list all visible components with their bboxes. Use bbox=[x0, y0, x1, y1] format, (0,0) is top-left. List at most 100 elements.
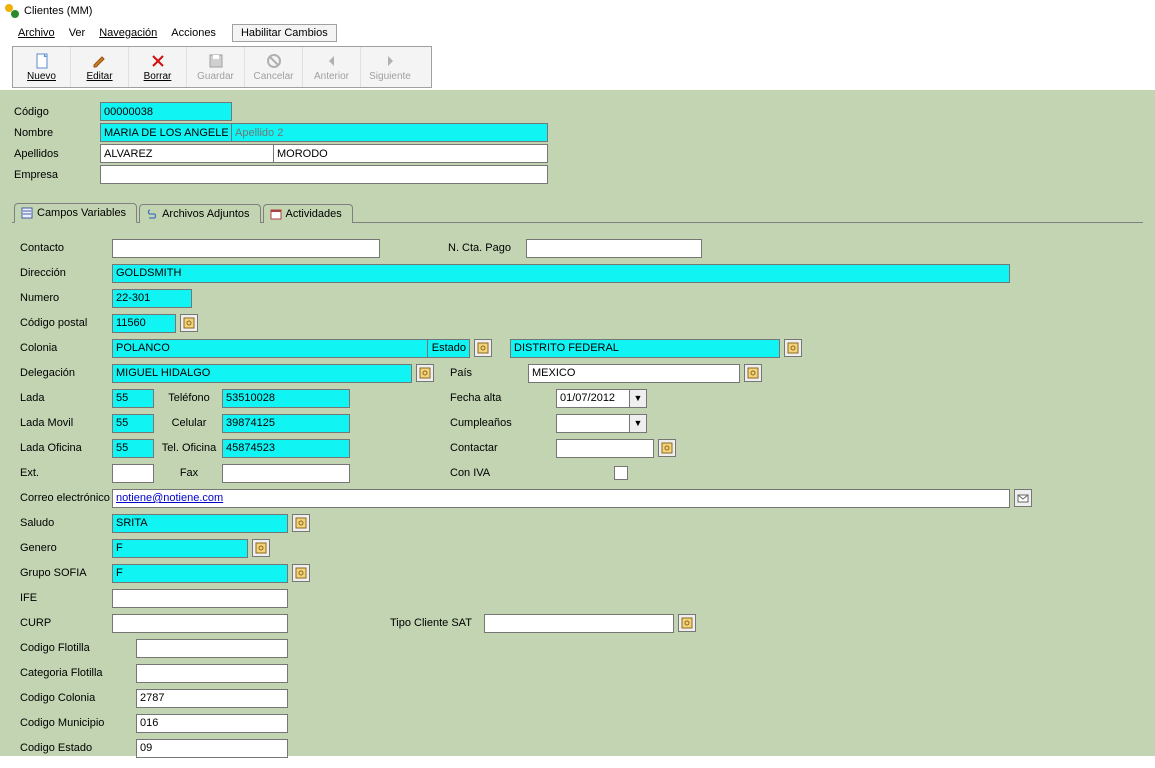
ncta-input[interactable] bbox=[526, 239, 702, 258]
habilitar-cambios-button[interactable]: Habilitar Cambios bbox=[232, 24, 337, 42]
tiposat-input[interactable] bbox=[484, 614, 674, 633]
ife-input[interactable] bbox=[112, 589, 288, 608]
fecha-alta-input[interactable] bbox=[556, 389, 630, 408]
correo-field[interactable]: notiene@notiene.com bbox=[112, 489, 1010, 508]
ext-input[interactable] bbox=[112, 464, 154, 483]
contactar-input[interactable] bbox=[556, 439, 654, 458]
numero-input[interactable] bbox=[112, 289, 192, 308]
nombre-input[interactable] bbox=[100, 123, 232, 142]
tab-actividades[interactable]: Actividades bbox=[263, 204, 353, 223]
pais-lookup-button[interactable] bbox=[744, 364, 762, 382]
delegacion-label: Delegación bbox=[18, 367, 112, 379]
correo-mail-button[interactable] bbox=[1014, 489, 1032, 507]
menu-bar: Archivo Ver Navegación Acciones Habilita… bbox=[0, 22, 1155, 44]
apellido1-input[interactable] bbox=[100, 144, 274, 163]
codest-label: Codigo Estado bbox=[18, 742, 136, 754]
ladaof-input[interactable] bbox=[112, 439, 154, 458]
ladaof-label: Lada Oficina bbox=[18, 442, 112, 454]
estado-lookup-button[interactable] bbox=[784, 339, 802, 357]
direccion-input[interactable] bbox=[112, 264, 1010, 283]
codflot-input[interactable] bbox=[136, 639, 288, 658]
tab-archivos-label: Archivos Adjuntos bbox=[162, 208, 249, 220]
tiposat-lookup-button[interactable] bbox=[678, 614, 696, 632]
nuevo-button[interactable]: Nuevo bbox=[13, 47, 71, 87]
codest-input[interactable] bbox=[136, 739, 288, 758]
lada-input[interactable] bbox=[112, 389, 154, 408]
menu-acciones[interactable]: Acciones bbox=[165, 25, 222, 41]
correo-link[interactable]: notiene@notiene.com bbox=[116, 492, 223, 504]
fecha-dropdown-button[interactable]: ▼ bbox=[630, 389, 647, 408]
saludo-input[interactable] bbox=[112, 514, 288, 533]
codigo-input[interactable] bbox=[100, 102, 232, 121]
content-panel: Código Nombre Apellidos Empresa Campos V… bbox=[0, 90, 1155, 756]
contacto-label: Contacto bbox=[18, 242, 112, 254]
cp-label: Código postal bbox=[18, 317, 112, 329]
saludo-label: Saludo bbox=[18, 517, 112, 529]
toolbar: Nuevo Editar Borrar Guardar Cancelar Ant… bbox=[12, 46, 432, 88]
telefono-input[interactable] bbox=[222, 389, 350, 408]
menu-ver[interactable]: Ver bbox=[63, 25, 92, 41]
colonia-label: Colonia bbox=[18, 342, 112, 354]
iva-checkbox[interactable] bbox=[614, 466, 628, 480]
apellidos-label: Apellidos bbox=[12, 148, 100, 160]
empresa-label: Empresa bbox=[12, 169, 100, 181]
cp-input[interactable] bbox=[112, 314, 176, 333]
delegacion-lookup-button[interactable] bbox=[416, 364, 434, 382]
curp-input[interactable] bbox=[112, 614, 288, 633]
contacto-input[interactable] bbox=[112, 239, 380, 258]
estado-input[interactable] bbox=[510, 339, 780, 358]
celular-input[interactable] bbox=[222, 414, 350, 433]
editar-button[interactable]: Editar bbox=[71, 47, 129, 87]
codigo-label: Código bbox=[12, 106, 100, 118]
curp-label: CURP bbox=[18, 617, 112, 629]
prev-icon bbox=[324, 53, 340, 69]
catflot-label: Categoria Flotilla bbox=[18, 667, 136, 679]
codmun-input[interactable] bbox=[136, 714, 288, 733]
cp-lookup-button[interactable] bbox=[180, 314, 198, 332]
ladamovil-label: Lada Movil bbox=[18, 417, 112, 429]
delete-icon bbox=[150, 53, 166, 69]
cumple-input[interactable] bbox=[556, 414, 630, 433]
codflot-label: Codigo Flotilla bbox=[18, 642, 136, 654]
anterior-button: Anterior bbox=[303, 47, 361, 87]
correo-label: Correo electrónico bbox=[18, 492, 112, 504]
form-icon bbox=[21, 207, 33, 219]
cumple-label: Cumpleaños bbox=[448, 417, 556, 429]
nombre-apellido2-input[interactable] bbox=[232, 123, 548, 142]
ext-label: Ext. bbox=[18, 467, 112, 479]
menu-archivo[interactable]: Archivo bbox=[12, 25, 61, 41]
empresa-input[interactable] bbox=[100, 165, 548, 184]
genero-input[interactable] bbox=[112, 539, 248, 558]
tab-campos-variables[interactable]: Campos Variables bbox=[14, 203, 137, 223]
borrar-button[interactable]: Borrar bbox=[129, 47, 187, 87]
next-icon bbox=[382, 53, 398, 69]
menu-navegacion[interactable]: Navegación bbox=[93, 25, 163, 41]
contactar-lookup-button[interactable] bbox=[658, 439, 676, 457]
genero-lookup-button[interactable] bbox=[252, 539, 270, 557]
contactar-label: Contactar bbox=[448, 442, 556, 454]
telof-input[interactable] bbox=[222, 439, 350, 458]
colonia-lookup-button[interactable] bbox=[474, 339, 492, 357]
telof-label: Tel. Oficina bbox=[154, 442, 222, 454]
cancel-icon bbox=[266, 53, 282, 69]
tab-archivos-adjuntos[interactable]: Archivos Adjuntos bbox=[139, 204, 260, 223]
grupo-input[interactable] bbox=[112, 564, 288, 583]
apellido2-input[interactable] bbox=[274, 144, 548, 163]
delegacion-input[interactable] bbox=[112, 364, 412, 383]
iva-label: Con IVA bbox=[448, 467, 556, 479]
ladamovil-input[interactable] bbox=[112, 414, 154, 433]
saludo-lookup-button[interactable] bbox=[292, 514, 310, 532]
colonia-input[interactable] bbox=[112, 339, 428, 358]
guardar-label: Guardar bbox=[197, 71, 234, 82]
save-icon bbox=[208, 53, 224, 69]
cancelar-button: Cancelar bbox=[245, 47, 303, 87]
fax-input[interactable] bbox=[222, 464, 350, 483]
tab-body: Contacto N. Cta. Pago Dirección Numero C… bbox=[12, 222, 1143, 768]
codcol-input[interactable] bbox=[136, 689, 288, 708]
cumple-dropdown-button[interactable]: ▼ bbox=[630, 414, 647, 433]
grupo-lookup-button[interactable] bbox=[292, 564, 310, 582]
nuevo-label: Nuevo bbox=[27, 71, 56, 82]
catflot-input[interactable] bbox=[136, 664, 288, 683]
pais-input[interactable] bbox=[528, 364, 740, 383]
cancelar-label: Cancelar bbox=[253, 71, 293, 82]
